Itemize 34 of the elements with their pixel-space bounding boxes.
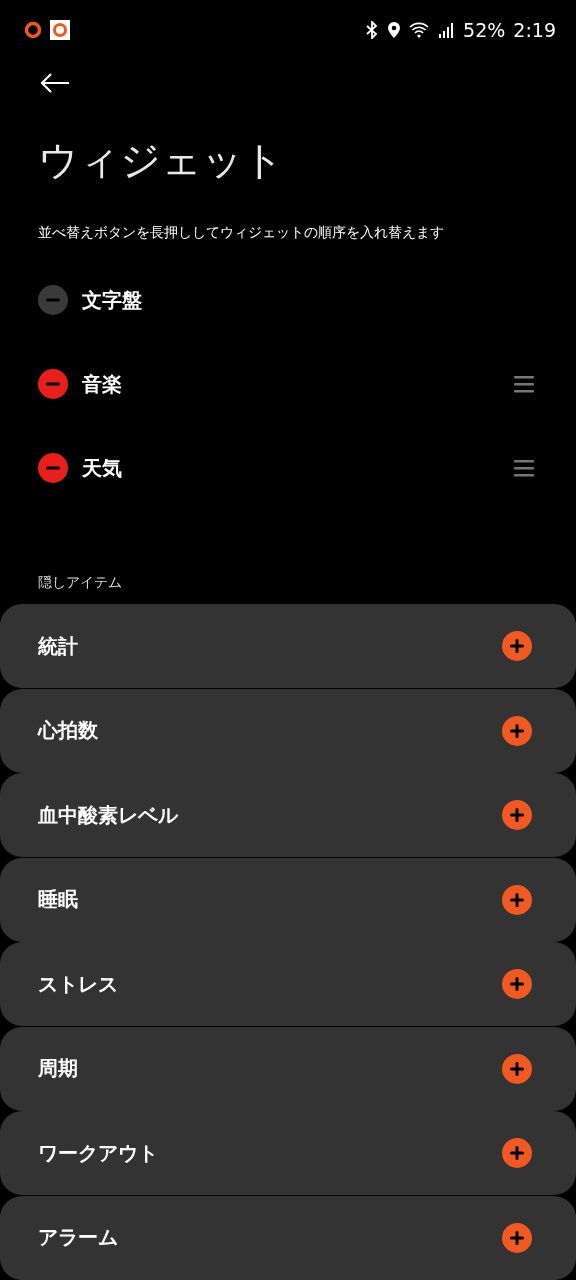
hidden-item-label: 心拍数 bbox=[38, 717, 98, 744]
add-icon[interactable] bbox=[502, 1053, 532, 1084]
section-label: 隠しアイテム bbox=[38, 574, 123, 592]
reorder-hint: 並べ替えボタンを長押ししてウィジェットの順序を入れ替えます bbox=[38, 224, 445, 242]
add-icon[interactable] bbox=[502, 1222, 532, 1253]
add-icon[interactable] bbox=[502, 800, 532, 830]
widget-label: 音楽 bbox=[82, 370, 122, 398]
add-icon[interactable] bbox=[502, 1138, 532, 1168]
hidden-item-label: 統計 bbox=[38, 632, 78, 660]
signal-icon bbox=[439, 22, 456, 39]
hidden-item-label: ワークアウト bbox=[38, 1139, 158, 1167]
page-title: ウィジェット bbox=[38, 136, 285, 185]
add-icon[interactable] bbox=[502, 969, 532, 999]
remove-icon[interactable] bbox=[38, 453, 68, 483]
ring-notification-icon bbox=[24, 21, 42, 40]
location-icon bbox=[387, 21, 402, 40]
hidden-item-label: 睡眠 bbox=[38, 886, 78, 913]
bluetooth-icon bbox=[365, 21, 380, 40]
widget-label: 天気 bbox=[82, 454, 122, 482]
drag-handle-icon[interactable] bbox=[514, 375, 534, 393]
back-arrow-icon bbox=[40, 71, 70, 94]
app-notification-icon bbox=[50, 20, 70, 41]
hidden-item-label: 血中酸素レベル bbox=[38, 801, 178, 829]
battery-level: 52% bbox=[463, 19, 506, 42]
clock-time: 2:19 bbox=[513, 19, 556, 42]
remove-icon[interactable] bbox=[38, 369, 68, 399]
widget-label: 文字盤 bbox=[82, 286, 142, 314]
hidden-item-label: 周期 bbox=[38, 1055, 78, 1082]
add-icon[interactable] bbox=[502, 631, 532, 661]
drag-handle-icon[interactable] bbox=[514, 459, 534, 477]
add-icon[interactable] bbox=[502, 884, 532, 915]
hidden-item-label: アラーム bbox=[38, 1224, 118, 1251]
add-icon[interactable] bbox=[502, 715, 532, 746]
hidden-item-label: ストレス bbox=[38, 970, 118, 998]
